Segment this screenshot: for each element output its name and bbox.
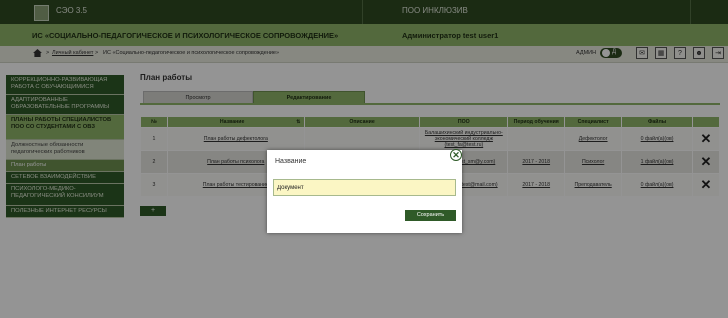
dialog-title: Название — [275, 158, 307, 165]
rename-dialog: Название ✕ Сохранить — [267, 149, 462, 233]
name-input[interactable] — [273, 179, 456, 196]
close-icon[interactable]: ✕ — [450, 149, 462, 161]
save-button[interactable]: Сохранить — [405, 210, 456, 221]
